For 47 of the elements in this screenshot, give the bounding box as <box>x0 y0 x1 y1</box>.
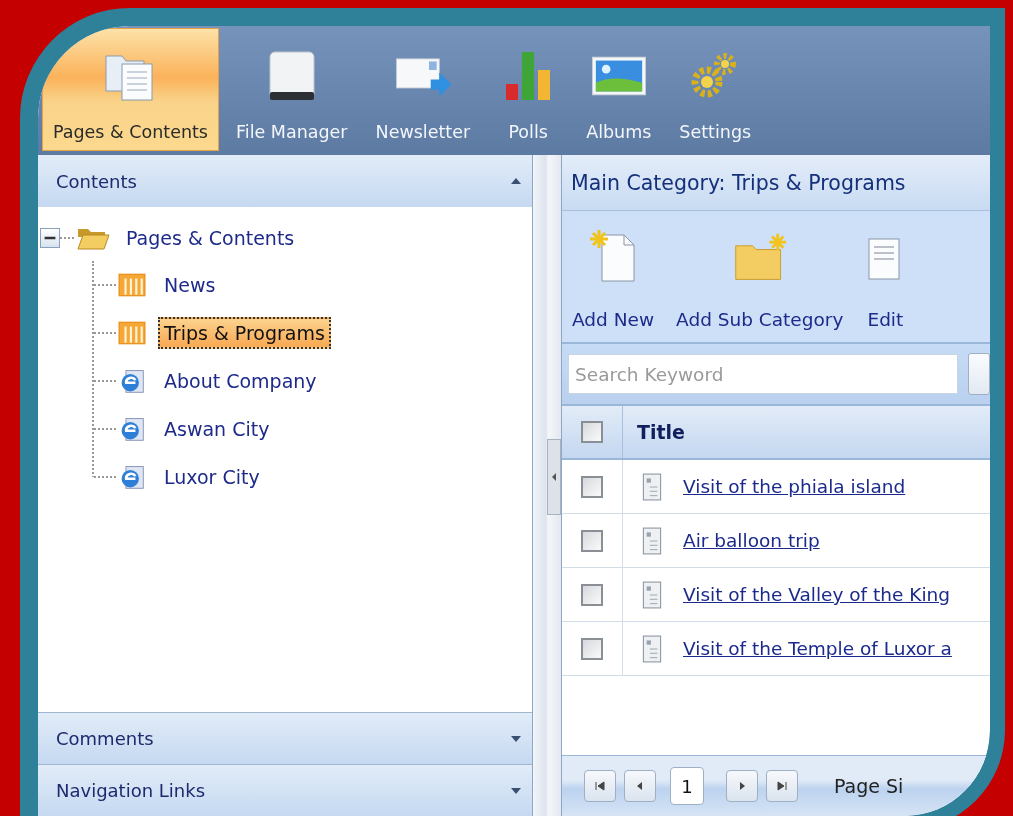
tree-item[interactable]: About Company <box>158 365 323 397</box>
last-page-button[interactable] <box>766 770 798 802</box>
accordion-header[interactable]: Navigation Links <box>38 764 532 816</box>
first-page-button[interactable] <box>584 770 616 802</box>
next-page-icon <box>737 781 747 791</box>
title-link[interactable]: Visit of the Valley of the King <box>683 584 950 605</box>
title-link[interactable]: Visit of the Temple of Luxor a <box>683 638 952 659</box>
accordion-header[interactable]: Contents <box>38 155 532 207</box>
tree-item[interactable]: Luxor City <box>158 461 266 493</box>
toolbar-button[interactable]: Pages & Contents <box>42 28 219 151</box>
title-link[interactable]: Visit of the phiala island <box>683 476 906 497</box>
toolbar-button[interactable]: Newsletter <box>364 28 482 151</box>
row-checkbox[interactable] <box>581 529 603 552</box>
toolbar-button[interactable]: Albums <box>575 28 663 151</box>
page-number[interactable]: 1 <box>670 767 704 805</box>
action-button[interactable]: Add New <box>566 211 661 342</box>
caret-down-icon <box>510 786 522 795</box>
title-link[interactable]: Air balloon trip <box>683 530 820 551</box>
action-button[interactable]: Add Sub Category <box>670 211 850 342</box>
select-all-checkbox[interactable] <box>581 421 603 443</box>
tree-item[interactable]: Aswan City <box>158 413 276 445</box>
accordion-header[interactable]: Comments <box>38 712 532 764</box>
previous-page-button[interactable] <box>624 770 656 802</box>
caret-down-icon <box>510 734 522 743</box>
row-checkbox[interactable] <box>581 583 603 606</box>
grid-icon <box>118 320 146 346</box>
toolbar-button[interactable]: Settings <box>668 28 763 151</box>
action-button[interactable]: Edit <box>859 211 912 342</box>
first-page-icon <box>595 781 605 791</box>
last-page-icon <box>777 781 787 791</box>
grid-icon <box>118 272 146 298</box>
search-button[interactable] <box>968 353 990 395</box>
tree-item[interactable]: Trips & Programs <box>158 317 331 349</box>
tree-item[interactable]: News <box>158 269 222 301</box>
collapse-handle[interactable] <box>547 439 561 515</box>
row-checkbox[interactable] <box>581 637 603 660</box>
collapse-icon[interactable] <box>40 228 60 248</box>
toolbar-button[interactable]: File Manager <box>225 28 359 151</box>
row-checkbox[interactable] <box>581 475 603 498</box>
previous-page-icon <box>635 781 645 791</box>
next-page-button[interactable] <box>726 770 758 802</box>
toolbar-button[interactable]: Polls <box>487 28 570 151</box>
page-size-label: Page Si <box>834 775 904 797</box>
caret-up-icon <box>510 177 522 185</box>
search-field[interactable]: Search Keyword <box>568 354 958 394</box>
panel-title: Main Category: Trips & Programs <box>562 155 990 211</box>
tree-item[interactable]: Pages & Contents <box>120 222 301 254</box>
